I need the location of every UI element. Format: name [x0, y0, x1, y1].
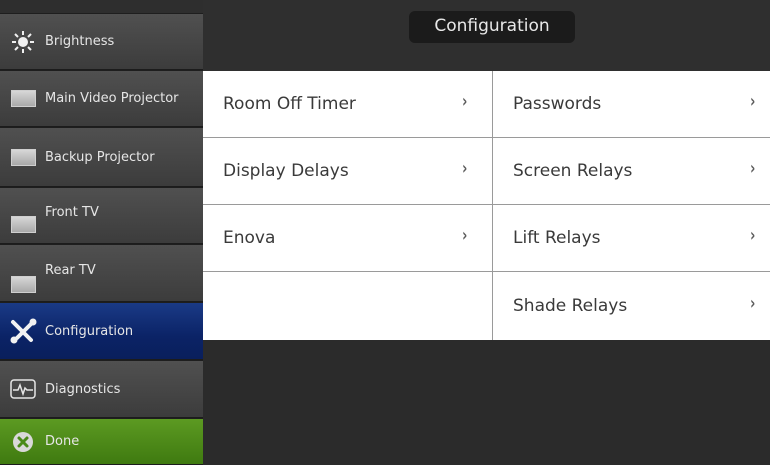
header-bar: Configuration — [203, 0, 770, 71]
screen-icon — [9, 273, 37, 295]
menu-item-label: Screen Relays — [513, 161, 633, 181]
chevron-right-icon: › — [750, 293, 756, 314]
sidebar-item-label: Backup Projector — [45, 149, 155, 165]
pulse-icon — [9, 378, 37, 400]
sidebar-item-backup-projector[interactable]: Backup Projector — [0, 127, 203, 187]
menu-item-label: Enova — [223, 228, 276, 248]
sidebar-item-label: Done — [45, 434, 80, 449]
sidebar-item-rear-tv[interactable]: Rear TV — [0, 244, 203, 302]
tools-icon — [9, 318, 37, 344]
menu-item-screen-relays[interactable]: Screen Relays › — [492, 138, 770, 205]
page-title: Configuration — [409, 11, 575, 43]
chevron-right-icon: › — [462, 158, 468, 179]
menu-item-lift-relays[interactable]: Lift Relays › — [492, 205, 770, 272]
menu-item-label: Lift Relays — [513, 228, 601, 248]
menu-item-room-off-timer[interactable]: Room Off Timer › — [203, 71, 492, 138]
sidebar-item-label: Front TV — [45, 205, 99, 220]
config-menu: Room Off Timer › Display Delays › Enova … — [203, 71, 770, 340]
sidebar-item-diagnostics[interactable]: Diagnostics — [0, 360, 203, 418]
sidebar-item-label: Diagnostics — [45, 381, 121, 397]
sidebar-item-label: Rear TV — [45, 263, 96, 278]
chevron-right-icon: › — [750, 225, 756, 246]
chevron-right-icon: › — [462, 91, 468, 112]
screen-icon — [9, 88, 37, 110]
menu-item-display-delays[interactable]: Display Delays › — [203, 138, 492, 205]
screen-icon — [9, 146, 37, 168]
sidebar-item-label: Brightness — [45, 34, 115, 49]
screen-icon — [9, 213, 37, 235]
menu-item-label: Shade Relays — [513, 296, 628, 316]
menu-item-empty — [203, 272, 492, 339]
menu-item-label: Room Off Timer — [223, 94, 356, 114]
menu-item-enova[interactable]: Enova › — [203, 205, 492, 272]
menu-item-label: Passwords — [513, 94, 602, 114]
menu-item-label: Display Delays — [223, 161, 349, 181]
close-circle-icon — [9, 431, 37, 453]
sidebar-item-done[interactable]: Done — [0, 418, 203, 465]
chevron-right-icon: › — [750, 91, 756, 112]
chevron-right-icon: › — [750, 158, 756, 179]
sidebar-item-front-tv[interactable]: Front TV — [0, 187, 203, 244]
chevron-right-icon: › — [462, 225, 468, 246]
sidebar: Brightness Main Video Projector Backup P… — [0, 0, 203, 465]
sidebar-item-brightness[interactable]: Brightness — [0, 13, 203, 70]
sidebar-item-label: Main Video Projector — [45, 91, 179, 106]
menu-item-shade-relays[interactable]: Shade Relays › — [492, 272, 770, 340]
sidebar-item-label: Configuration — [45, 323, 134, 339]
sidebar-item-configuration[interactable]: Configuration — [0, 302, 203, 360]
sidebar-item-main-video-projector[interactable]: Main Video Projector — [0, 70, 203, 127]
sun-icon — [9, 30, 37, 53]
main-panel: Configuration Room Off Timer › Display D… — [203, 0, 770, 465]
menu-item-passwords[interactable]: Passwords › — [492, 71, 770, 138]
